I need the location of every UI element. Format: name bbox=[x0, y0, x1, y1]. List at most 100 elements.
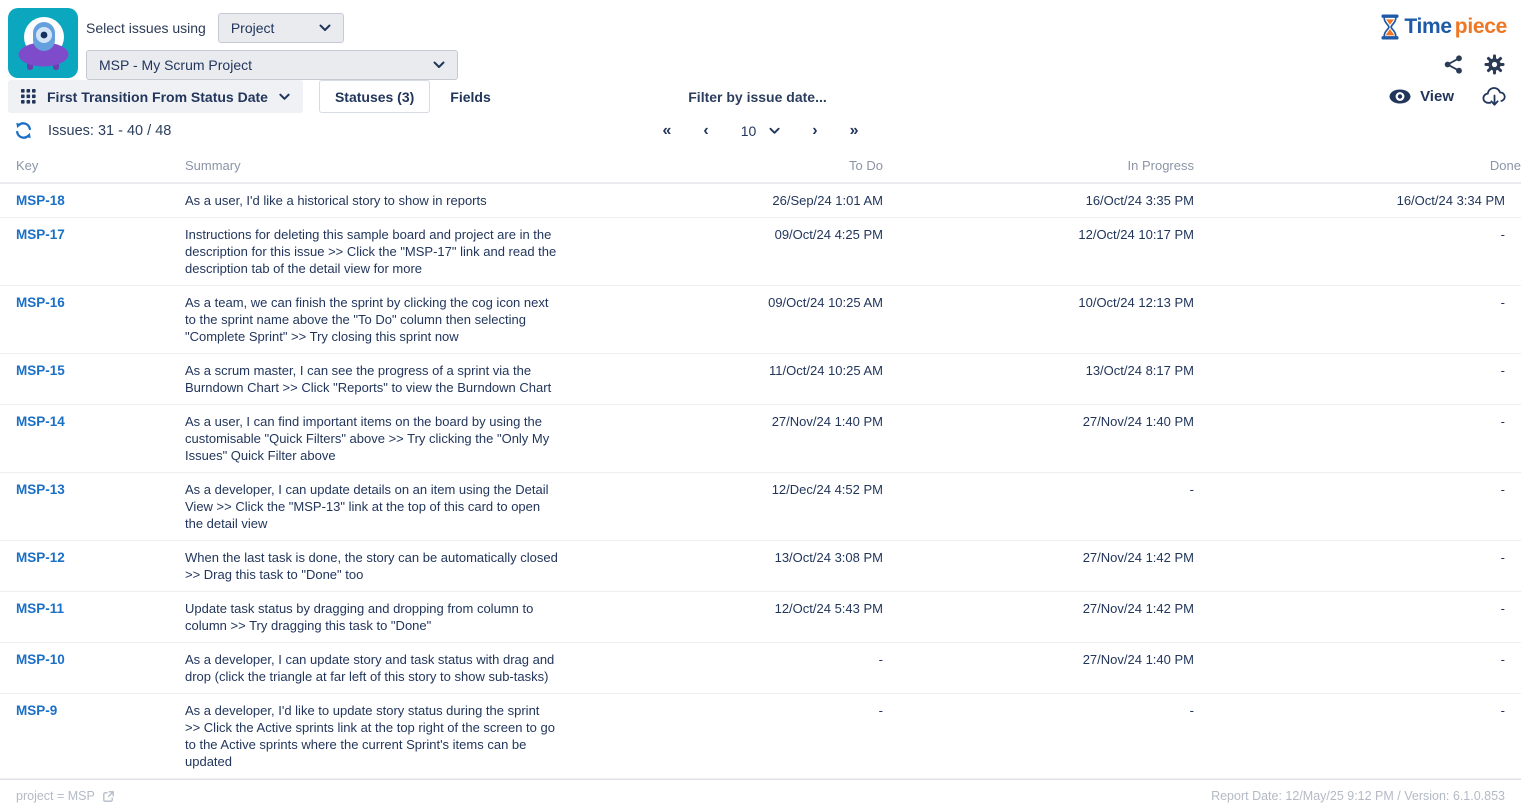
project-select[interactable]: MSP - My Scrum Project bbox=[86, 50, 458, 80]
table-row: MSP-12 When the last task is done, the s… bbox=[0, 541, 1521, 592]
issues-tbody: MSP-18 As a user, I'd like a historical … bbox=[0, 183, 1521, 779]
toolbar-right: View bbox=[1389, 86, 1507, 107]
cloud-download-icon[interactable] bbox=[1482, 86, 1507, 107]
todo-date: 13/Oct/24 3:08 PM bbox=[570, 541, 883, 592]
issue-summary: Update task status by dragging and dropp… bbox=[185, 592, 570, 643]
issue-key-link[interactable]: MSP-13 bbox=[16, 482, 65, 497]
done-date: 16/Oct/24 3:34 PM bbox=[1194, 183, 1521, 218]
inprogress-date: 27/Nov/24 1:40 PM bbox=[883, 405, 1194, 473]
issue-key-link[interactable]: MSP-14 bbox=[16, 414, 65, 429]
done-date: - bbox=[1194, 286, 1521, 354]
todo-date: 12/Oct/24 5:43 PM bbox=[570, 592, 883, 643]
issue-summary: As a developer, I can update story and t… bbox=[185, 643, 570, 694]
first-page-button[interactable]: « bbox=[662, 123, 671, 139]
issues-bar-left: Issues: 31 - 40 / 48 bbox=[14, 121, 662, 140]
done-date: - bbox=[1194, 694, 1521, 779]
done-date: - bbox=[1194, 592, 1521, 643]
footer-query: project = MSP bbox=[16, 789, 115, 803]
select-issues-label: Select issues using bbox=[86, 20, 206, 36]
table-row: MSP-10 As a developer, I can update stor… bbox=[0, 643, 1521, 694]
table-row: MSP-9 As a developer, I'd like to update… bbox=[0, 694, 1521, 779]
issue-key-cell: MSP-15 bbox=[0, 354, 185, 405]
column-header-summary[interactable]: Summary bbox=[185, 152, 570, 183]
issue-key-link[interactable]: MSP-15 bbox=[16, 363, 65, 378]
todo-date: 26/Sep/24 1:01 AM bbox=[570, 183, 883, 218]
done-date: - bbox=[1194, 405, 1521, 473]
column-header-key[interactable]: Key bbox=[0, 152, 185, 183]
prev-page-button[interactable]: ‹ bbox=[703, 123, 708, 139]
issues-bar: Issues: 31 - 40 / 48 « ‹ 10 › » bbox=[0, 121, 1521, 140]
page-size-select[interactable]: 10 bbox=[741, 123, 781, 139]
table-row: MSP-17 Instructions for deleting this sa… bbox=[0, 218, 1521, 286]
gear-icon[interactable] bbox=[1484, 54, 1505, 75]
inprogress-date: - bbox=[883, 473, 1194, 541]
table-row: MSP-11 Update task status by dragging an… bbox=[0, 592, 1521, 643]
done-date: - bbox=[1194, 541, 1521, 592]
issue-key-cell: MSP-18 bbox=[0, 183, 185, 218]
issue-key-cell: MSP-17 bbox=[0, 218, 185, 286]
issue-key-cell: MSP-16 bbox=[0, 286, 185, 354]
issue-summary: As a developer, I can update details on … bbox=[185, 473, 570, 541]
toolbar: First Transition From Status Date Status… bbox=[0, 80, 1521, 113]
issue-key-cell: MSP-10 bbox=[0, 643, 185, 694]
top-header: Select issues using Project MSP - My Scr… bbox=[0, 0, 1521, 80]
brand-piece-text: piece bbox=[1455, 15, 1507, 39]
page-size-value: 10 bbox=[741, 123, 757, 139]
done-date: - bbox=[1194, 473, 1521, 541]
table-header-row: Key Summary To Do In Progress Done bbox=[0, 152, 1521, 183]
table-row: MSP-18 As a user, I'd like a historical … bbox=[0, 183, 1521, 218]
select-issues-row: Select issues using Project bbox=[86, 13, 458, 43]
statuses-button[interactable]: Statuses (3) bbox=[319, 80, 430, 113]
table-row: MSP-14 As a user, I can find important i… bbox=[0, 405, 1521, 473]
column-header-todo[interactable]: To Do bbox=[570, 152, 883, 183]
chevron-down-icon bbox=[279, 93, 290, 101]
issue-source-select[interactable]: Project bbox=[218, 13, 344, 43]
issue-key-link[interactable]: MSP-16 bbox=[16, 295, 65, 310]
date-field-label: First Transition From Status Date bbox=[47, 89, 268, 105]
issues-table: Key Summary To Do In Progress Done MSP-1… bbox=[0, 152, 1521, 779]
todo-date: 09/Oct/24 10:25 AM bbox=[570, 286, 883, 354]
header-actions bbox=[1443, 54, 1507, 75]
done-date: - bbox=[1194, 643, 1521, 694]
fields-button[interactable]: Fields bbox=[446, 89, 494, 105]
issue-key-link[interactable]: MSP-12 bbox=[16, 550, 65, 565]
inprogress-date: 27/Nov/24 1:42 PM bbox=[883, 541, 1194, 592]
issue-key-cell: MSP-12 bbox=[0, 541, 185, 592]
issues-count-label: Issues: 31 - 40 / 48 bbox=[48, 123, 171, 139]
todo-date: 09/Oct/24 4:25 PM bbox=[570, 218, 883, 286]
grid-icon bbox=[21, 89, 36, 104]
issue-key-link[interactable]: MSP-11 bbox=[16, 601, 64, 616]
jql-query-text: project = MSP bbox=[16, 789, 95, 803]
issue-summary: As a developer, I'd like to update story… bbox=[185, 694, 570, 779]
next-page-button[interactable]: › bbox=[812, 123, 817, 139]
table-row: MSP-13 As a developer, I can update deta… bbox=[0, 473, 1521, 541]
app-logo[interactable] bbox=[8, 8, 78, 78]
hourglass-icon bbox=[1379, 14, 1401, 40]
pagination: « ‹ 10 › » bbox=[662, 123, 858, 139]
chevron-down-icon bbox=[433, 61, 445, 69]
issue-key-cell: MSP-13 bbox=[0, 473, 185, 541]
last-page-button[interactable]: » bbox=[850, 123, 859, 139]
issue-key-cell: MSP-9 bbox=[0, 694, 185, 779]
external-link-icon[interactable] bbox=[102, 790, 115, 803]
column-header-inprogress[interactable]: In Progress bbox=[883, 152, 1194, 183]
issue-summary: As a user, I'd like a historical story t… bbox=[185, 183, 570, 218]
filter-by-date-control[interactable]: Filter by issue date... bbox=[688, 89, 827, 105]
issue-key-link[interactable]: MSP-9 bbox=[16, 703, 57, 718]
chevron-down-icon bbox=[769, 127, 780, 135]
issue-key-link[interactable]: MSP-10 bbox=[16, 652, 65, 667]
issue-key-cell: MSP-14 bbox=[0, 405, 185, 473]
report-footer: project = MSP Report Date: 12/May/25 9:1… bbox=[0, 779, 1521, 812]
column-header-done[interactable]: Done bbox=[1194, 152, 1521, 183]
share-icon[interactable] bbox=[1443, 54, 1464, 75]
issue-key-link[interactable]: MSP-17 bbox=[16, 227, 65, 242]
view-label: View bbox=[1420, 88, 1454, 105]
view-button[interactable]: View bbox=[1389, 88, 1454, 105]
issue-summary: Instructions for deleting this sample bo… bbox=[185, 218, 570, 286]
timepiece-brand[interactable]: Timepiece bbox=[1379, 14, 1507, 40]
inprogress-date: 27/Nov/24 1:40 PM bbox=[883, 643, 1194, 694]
date-field-dropdown[interactable]: First Transition From Status Date bbox=[8, 80, 303, 113]
issue-key-link[interactable]: MSP-18 bbox=[16, 193, 65, 208]
refresh-icon[interactable] bbox=[14, 121, 33, 140]
issue-source-value: Project bbox=[231, 20, 275, 36]
